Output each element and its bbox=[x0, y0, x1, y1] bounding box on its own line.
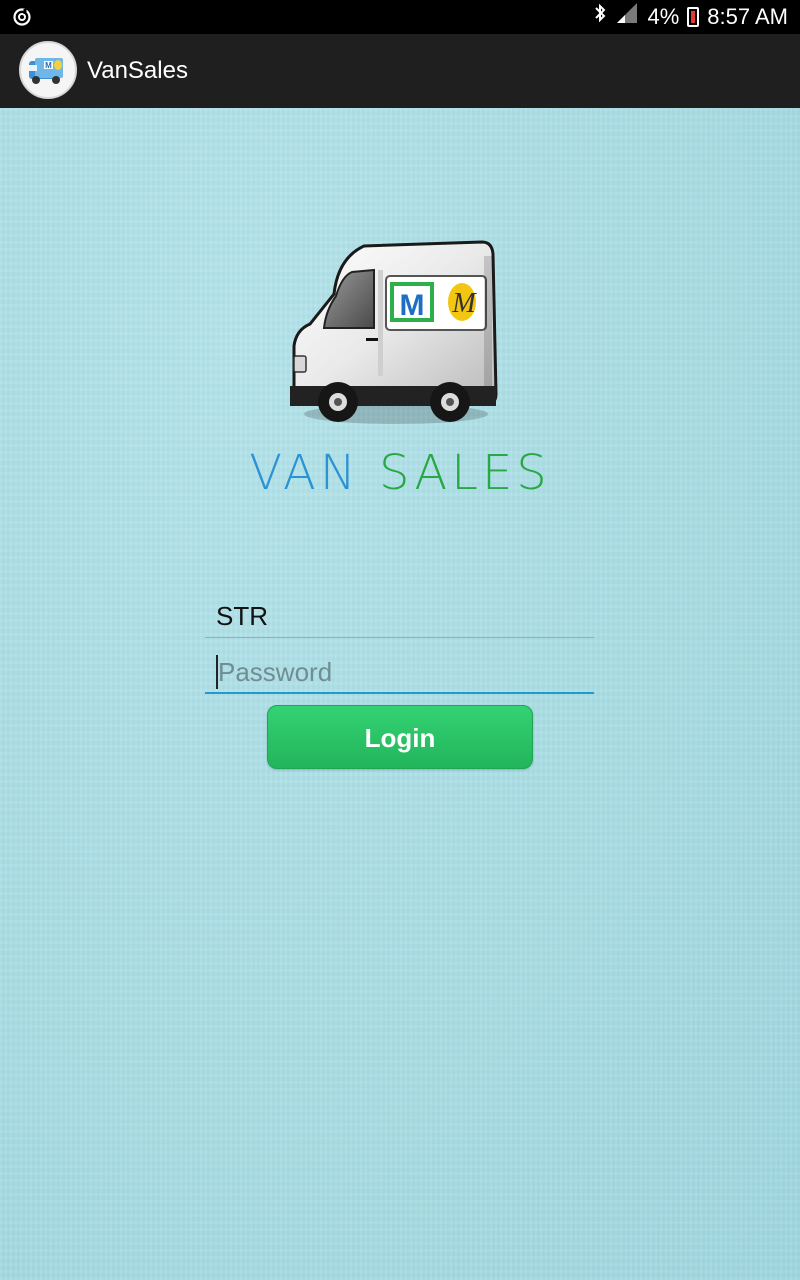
clock: 8:57 AM bbox=[707, 4, 788, 29]
login-button[interactable]: Login bbox=[267, 705, 533, 769]
svg-text:M: M bbox=[45, 61, 52, 70]
van-logo: M M bbox=[286, 236, 502, 436]
status-bar: 4% 8:57 AM bbox=[0, 0, 800, 34]
van-app-icon[interactable]: M bbox=[19, 41, 77, 99]
app-title: VanSales bbox=[87, 57, 188, 84]
svg-text:M: M bbox=[451, 288, 477, 319]
app-bar: M VanSales bbox=[0, 34, 800, 108]
brand-word-sales: SALES bbox=[379, 445, 551, 501]
username-value: STR bbox=[216, 601, 268, 631]
password-placeholder: Password bbox=[218, 657, 333, 687]
svg-text:M: M bbox=[400, 289, 425, 322]
brand-title: VAN SALES bbox=[220, 445, 580, 501]
battery-icon bbox=[687, 7, 700, 27]
login-screen: M M VAN SALES STR Password Login bbox=[0, 108, 800, 1280]
battery-percent: 4% bbox=[647, 4, 680, 29]
bluetooth-icon bbox=[593, 0, 607, 34]
signal-icon bbox=[615, 0, 639, 34]
password-field[interactable]: Password bbox=[205, 650, 594, 694]
text-cursor bbox=[216, 655, 218, 689]
sync-icon bbox=[12, 7, 32, 27]
brand-word-van: VAN bbox=[249, 445, 360, 501]
username-field[interactable]: STR bbox=[205, 594, 594, 638]
